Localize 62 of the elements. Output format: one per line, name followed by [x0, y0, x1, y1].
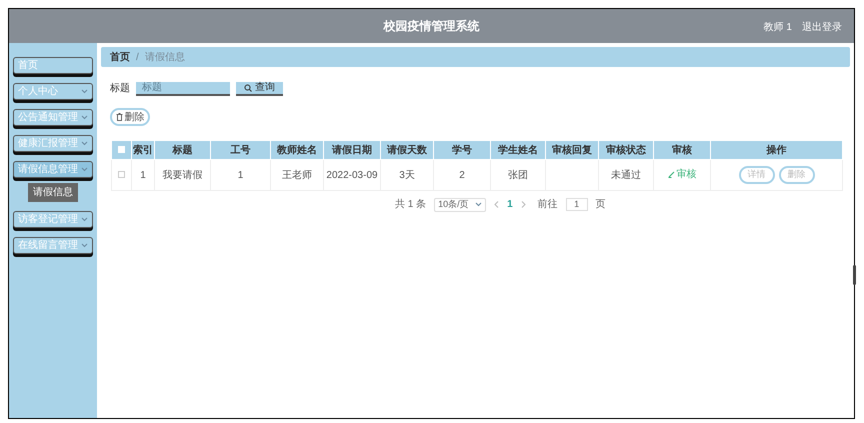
- column-header: 学号: [434, 140, 490, 160]
- details-button[interactable]: 详情: [738, 166, 774, 184]
- page-size-select[interactable]: 10条/页: [434, 198, 486, 212]
- table-cell: 2022-03-09: [324, 160, 380, 190]
- sidebar-item[interactable]: 公告通知管理: [13, 109, 93, 126]
- sidebar-item[interactable]: 健康汇报管理: [13, 135, 93, 152]
- search-label: 标题: [110, 82, 130, 96]
- total-count: 共 1 条: [395, 198, 426, 212]
- breadcrumb-separator: /: [136, 50, 139, 64]
- column-header: 操作: [710, 140, 842, 160]
- chevron-down-icon: [81, 243, 88, 248]
- table-cell: 我要请假: [154, 160, 210, 190]
- table-cell: 1: [132, 160, 154, 190]
- trash-icon: [116, 113, 122, 121]
- chevron-down-icon: [81, 89, 88, 94]
- column-header: 标题: [154, 140, 210, 160]
- goto-page-field[interactable]: 1: [566, 198, 588, 211]
- column-header: 请假天数: [380, 140, 434, 160]
- table-cell: 1: [210, 160, 270, 190]
- table-cell: 王老师: [270, 160, 324, 190]
- column-header: 审核: [654, 140, 710, 160]
- chevron-right-icon[interactable]: [520, 201, 526, 208]
- column-header: 学生姓名: [490, 140, 546, 160]
- column-header: 审核回复: [546, 140, 598, 160]
- table-cell: 2: [434, 160, 490, 190]
- sidebar-item[interactable]: 个人中心: [13, 83, 93, 100]
- user-name: 教师 1: [764, 21, 792, 35]
- page-number[interactable]: 1: [507, 197, 513, 212]
- breadcrumb-link[interactable]: 首页: [110, 50, 130, 64]
- scrollbar-thumb[interactable]: [853, 265, 856, 285]
- sidebar-item[interactable]: 访客登记管理: [13, 211, 93, 228]
- sidebar-subitem[interactable]: 请假信息: [28, 183, 78, 202]
- edit-icon: [668, 171, 674, 178]
- chevron-down-icon: [81, 115, 88, 120]
- table-cell: 未通过: [598, 160, 654, 190]
- app-title: 校园疫情管理系统: [384, 18, 480, 35]
- column-header: 索引: [132, 140, 154, 160]
- chevron-left-icon[interactable]: [494, 201, 500, 208]
- chevron-down-icon: [81, 167, 88, 172]
- table-cell: [546, 160, 598, 190]
- row-checkbox[interactable]: [118, 171, 125, 178]
- column-header: 审核状态: [598, 140, 654, 160]
- chevron-down-icon: [81, 141, 88, 146]
- breadcrumb-link[interactable]: 请假信息: [144, 50, 185, 64]
- search-button[interactable]: 查询: [236, 82, 283, 96]
- column-header: 请假日期: [324, 140, 380, 160]
- table-cell: 张团: [490, 160, 546, 190]
- delete-button[interactable]: 删除: [110, 108, 150, 126]
- row-delete-button[interactable]: 删除: [778, 166, 814, 184]
- table-cell: 3天: [380, 160, 434, 190]
- search-field[interactable]: 标题: [136, 82, 230, 96]
- sidebar-item[interactable]: 在线留言管理: [13, 237, 93, 254]
- logout-link[interactable]: 退出登录: [802, 20, 842, 35]
- page-unit: 页: [596, 198, 606, 212]
- sidebar-item[interactable]: 请假信息管理: [13, 161, 93, 178]
- column-header: 工号: [210, 140, 270, 160]
- chevron-down-icon: [81, 217, 88, 222]
- sidebar-item[interactable]: 首页: [13, 57, 93, 74]
- goto-label: 前往: [538, 198, 558, 212]
- column-header: 教师姓名: [270, 140, 324, 160]
- chevron-down-icon: [475, 202, 482, 207]
- search-icon: [244, 84, 252, 92]
